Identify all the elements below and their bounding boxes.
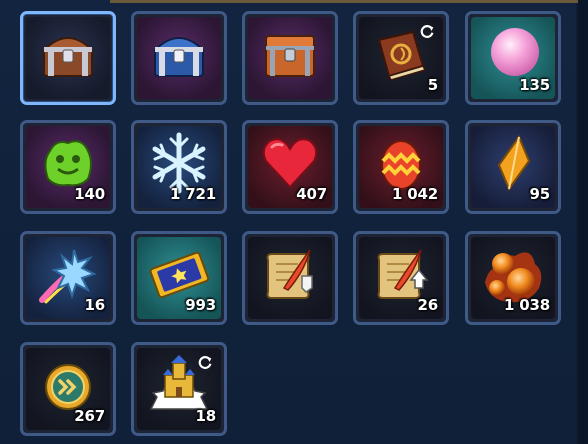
- inventory-slot-snowflake[interactable]: 1 721: [131, 120, 227, 214]
- inventory-slot-chest-blue[interactable]: [131, 11, 227, 105]
- chest-brown-icon: [41, 37, 95, 77]
- item-count: 18: [195, 407, 217, 425]
- item-count: 407: [296, 185, 327, 203]
- item-count: 140: [74, 185, 105, 203]
- item-count: 993: [185, 296, 216, 314]
- inventory-slot-chest-brown[interactable]: [20, 11, 116, 105]
- refresh-icon: [420, 25, 434, 38]
- chest-blue-icon: [152, 37, 206, 77]
- item-count: 16: [84, 296, 106, 314]
- scroll-quill-icon: [266, 249, 313, 299]
- item-count: 1 721: [170, 185, 216, 203]
- item-count: 1 042: [392, 185, 438, 203]
- scrollbar[interactable]: [578, 0, 588, 444]
- inventory-slot-easter-egg[interactable]: 1 042: [353, 120, 449, 214]
- inventory-slot-heart[interactable]: 407: [242, 120, 338, 214]
- refresh-icon: [198, 356, 212, 369]
- inventory-slot-spellbook[interactable]: 5: [353, 11, 449, 105]
- item-count: 95: [529, 185, 551, 203]
- panel-top-border: [110, 0, 580, 3]
- chest-orange-icon: [265, 35, 315, 77]
- inventory-slot-fire-bubbles[interactable]: 1 038: [465, 231, 561, 325]
- inventory-slot-chest-orange[interactable]: [242, 11, 338, 105]
- inventory-slot-pink-orb[interactable]: 135: [465, 11, 561, 105]
- inventory-slot-castle[interactable]: 18: [131, 342, 227, 436]
- item-count: 1 038: [504, 296, 550, 314]
- inventory-slot-speed-medal[interactable]: 267: [20, 342, 116, 436]
- item-count: 26: [417, 296, 439, 314]
- inventory-slot-scroll-quill[interactable]: [242, 231, 338, 325]
- item-count: 135: [519, 76, 550, 94]
- item-count: 5: [427, 76, 438, 94]
- inventory-slot-ticket[interactable]: 993: [131, 231, 227, 325]
- inventory-slot-spiked-comet[interactable]: 16: [20, 231, 116, 325]
- inventory-slot-scroll-up-arrow[interactable]: 26: [353, 231, 449, 325]
- inventory-slot-green-slime[interactable]: 140: [20, 120, 116, 214]
- inventory-slot-amber-crystal[interactable]: 95: [465, 120, 561, 214]
- item-count: 267: [74, 407, 105, 425]
